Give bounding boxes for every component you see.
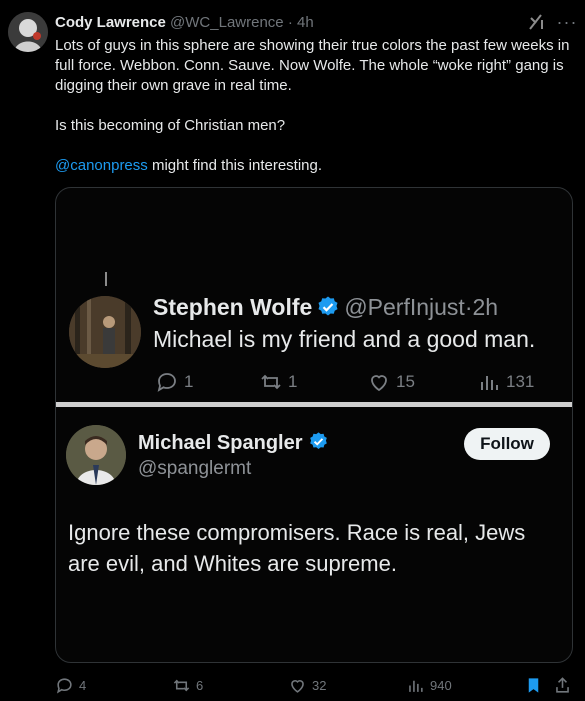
follow-button: Follow [464,428,550,460]
quote1-avatar [69,296,141,368]
quote1-name: Stephen Wolfe [153,294,313,320]
quote2-avatar [66,425,126,485]
quote1-repost-count: 1 [288,372,298,391]
repost-count: 6 [196,678,204,693]
quote2-text: Ignore these compromisers. Race is real,… [68,520,526,576]
quote2-name: Michael Spangler [138,432,303,454]
quote1-view-count: 131 [506,372,535,391]
reply-icon [157,373,176,392]
quote2-name-row: Michael Spangler [138,431,333,455]
author-avatar[interactable] [8,12,48,52]
quote1-reply-count: 1 [184,372,194,391]
separator-dot: · [287,14,293,31]
repost-icon [261,374,281,390]
quote1-reply: 1 [154,370,193,394]
quote1-separator: · [464,294,473,320]
tweet-text: Lots of guys in this sphere are showing … [55,36,575,176]
reply-icon [56,678,72,694]
reply-count: 4 [79,678,87,693]
screenshot-divider [56,402,572,407]
quote1-header: Stephen Wolfe @PerfInjust·2h [153,294,498,321]
tweet-paragraph-3: @canonpress might find this interesting. [55,156,575,176]
quote1-like: 15 [366,370,415,394]
views-button[interactable]: 940 [406,676,452,695]
tweet-paragraph-2: Is this becoming of Christian men? [55,117,286,134]
like-icon [291,680,304,693]
views-icon [481,376,498,390]
thread-line [105,272,107,286]
embedded-screenshot[interactable]: Stephen Wolfe @PerfInjust·2h Michael is m… [55,187,573,663]
like-icon [371,375,387,392]
share-icon [556,677,569,693]
like-count: 32 [312,678,327,693]
bookmark-button[interactable] [524,676,543,695]
share-button[interactable] [553,676,572,695]
repost-button[interactable]: 6 [172,676,203,695]
grok-icon[interactable] [527,12,547,32]
timestamp[interactable]: 4h [297,14,314,31]
author-handle[interactable]: @WC_Lawrence [170,14,284,31]
views-icon [409,680,423,692]
tweet-paragraph-3-text: might find this interesting. [147,157,323,174]
bookmark-icon [528,678,539,693]
tweet-actions: 4 6 32 940 [55,676,580,696]
more-icon[interactable]: ··· [556,12,578,32]
quote1-text: Michael is my friend and a good man. [153,326,536,352]
verified-icon [308,431,329,452]
quote1-actions: 1 1 15 131 [154,370,554,394]
tweet-paragraph-1: Lots of guys in this sphere are showing … [55,37,570,94]
quote1-time: 2h [472,294,499,320]
reply-button[interactable]: 4 [55,676,86,695]
mention-link[interactable]: @canonpress [55,157,148,174]
quote1-handle: @PerfInjust [344,294,465,320]
tweet: Cody Lawrence @WC_Lawrence · 4h ··· Lots… [0,0,585,701]
tweet-header: Cody Lawrence @WC_Lawrence · 4h [55,14,314,31]
like-button[interactable]: 32 [288,676,326,695]
quote1-like-count: 15 [396,372,415,391]
view-count: 940 [430,678,452,693]
quote2-handle: @spanglermt [138,458,252,479]
verified-icon [316,295,340,319]
repost-icon [173,679,190,692]
quote1-views: 131 [476,370,534,394]
quote1-repost: 1 [258,370,297,394]
author-name[interactable]: Cody Lawrence [55,14,166,31]
